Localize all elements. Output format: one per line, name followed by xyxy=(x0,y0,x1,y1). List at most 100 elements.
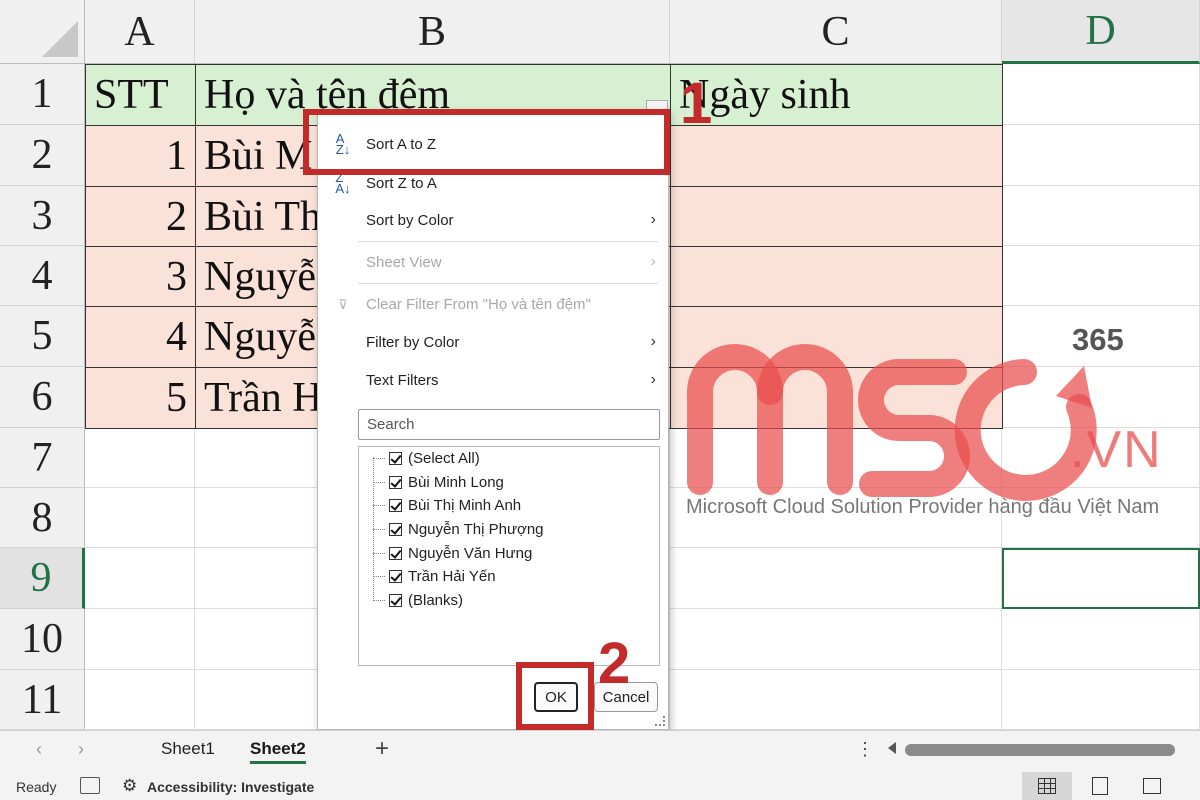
row-header-5[interactable]: 5 xyxy=(0,306,85,367)
tab-sheet2[interactable]: Sheet2 xyxy=(250,739,306,764)
row-header-7[interactable]: 7 xyxy=(0,428,85,488)
cell-a9[interactable] xyxy=(85,548,195,609)
column-header-d[interactable]: D xyxy=(1002,0,1200,64)
row-header-3[interactable]: 3 xyxy=(0,186,85,246)
cell-a3[interactable]: 2 xyxy=(85,186,196,247)
add-sheet-icon[interactable]: + xyxy=(375,735,389,763)
cell-c7[interactable] xyxy=(670,428,1002,488)
row-header-6[interactable]: 6 xyxy=(0,367,85,428)
checkbox-checked-icon[interactable] xyxy=(389,546,402,560)
list-item[interactable]: Nguyễn Thị Phượng xyxy=(373,518,544,540)
status-ready: Ready xyxy=(16,779,57,795)
row-header-8[interactable]: 8 xyxy=(0,488,85,548)
cell-d10[interactable] xyxy=(1002,609,1200,670)
cell-c3[interactable] xyxy=(670,186,1003,247)
cell-a7[interactable] xyxy=(85,428,195,488)
select-all-triangle xyxy=(42,21,78,57)
annotation-box-step-2 xyxy=(516,662,594,730)
chevron-right-icon: › xyxy=(650,371,656,388)
scroll-left-icon[interactable] xyxy=(888,742,896,754)
menu-sort-by-color[interactable]: Sort by Color › xyxy=(318,203,668,237)
row-header-1[interactable]: 1 xyxy=(0,64,85,125)
sort-za-label: Sort Z to A xyxy=(366,174,437,192)
cell-a5[interactable]: 4 xyxy=(85,306,196,368)
column-header-b[interactable]: B xyxy=(195,0,670,64)
cell-d4[interactable] xyxy=(1002,246,1200,306)
page-break-view-icon[interactable] xyxy=(1127,772,1177,800)
menu-text-filters[interactable]: Text Filters › xyxy=(318,363,668,397)
page-layout-view-icon[interactable] xyxy=(1075,772,1125,800)
filter-search-input[interactable]: Search xyxy=(358,409,660,440)
list-item[interactable]: (Blanks) xyxy=(373,589,463,611)
annotation-box-step-1 xyxy=(303,109,670,175)
select-all-corner[interactable] xyxy=(0,0,85,64)
cell-d3[interactable] xyxy=(1002,186,1200,246)
prev-sheet-icon[interactable]: ‹ xyxy=(36,739,42,760)
row-header-2[interactable]: 2 xyxy=(0,125,85,186)
menu-filter-by-color[interactable]: Filter by Color › xyxy=(318,325,668,359)
next-sheet-icon[interactable]: › xyxy=(78,739,84,760)
chevron-right-icon: › xyxy=(650,333,656,350)
list-item-label: Bùi Thị Minh Anh xyxy=(408,496,522,514)
annotation-number-2: 2 xyxy=(598,631,631,696)
list-item-label: (Select All) xyxy=(408,449,480,467)
row-header-9[interactable]: 9 xyxy=(0,548,85,609)
list-item[interactable]: Bùi Minh Long xyxy=(373,471,504,493)
chevron-right-icon: › xyxy=(650,211,656,228)
normal-view-icon[interactable] xyxy=(1022,772,1072,800)
cell-c2[interactable] xyxy=(670,125,1003,187)
cell-c10[interactable] xyxy=(670,609,1002,670)
list-item[interactable]: (Select All) xyxy=(373,447,480,469)
row-header-11[interactable]: 11 xyxy=(0,670,85,730)
watermark-vn: .VN xyxy=(1070,421,1163,479)
checkbox-checked-icon[interactable] xyxy=(389,569,402,583)
chevron-right-icon: › xyxy=(650,253,656,270)
checkbox-checked-icon[interactable] xyxy=(389,593,402,607)
accessibility-icon[interactable]: ⚙ xyxy=(122,776,137,796)
status-bar: Ready ⚙ Accessibility: Investigate xyxy=(0,772,1200,800)
cell-c4[interactable] xyxy=(670,246,1003,307)
clear-filter-label: Clear Filter From "Họ và tên đệm" xyxy=(366,295,591,313)
cell-c1[interactable]: Ngày sinh xyxy=(670,64,1003,126)
cell-d2[interactable] xyxy=(1002,125,1200,186)
column-header-a[interactable]: A xyxy=(85,0,195,64)
horizontal-scrollbar[interactable] xyxy=(905,744,1175,756)
checkbox-checked-icon[interactable] xyxy=(389,498,402,512)
cell-d1[interactable] xyxy=(1002,64,1200,125)
macro-record-icon[interactable] xyxy=(80,777,100,794)
resize-grip-icon[interactable] xyxy=(655,716,665,726)
list-item[interactable]: Trần Hải Yến xyxy=(373,565,496,587)
cell-a8[interactable] xyxy=(85,488,195,548)
list-item-label: Bùi Minh Long xyxy=(408,473,504,491)
cell-c5[interactable] xyxy=(670,306,1003,368)
cell-c9[interactable] xyxy=(670,548,1002,609)
tab-sheet1[interactable]: Sheet1 xyxy=(161,739,215,759)
menu-sheet-view: Sheet View › xyxy=(318,245,668,279)
cell-d6[interactable] xyxy=(1002,367,1200,428)
list-item[interactable]: Nguyễn Văn Hưng xyxy=(373,542,532,564)
more-options-icon[interactable]: ⋮ xyxy=(856,739,874,760)
column-header-c[interactable]: C xyxy=(670,0,1002,64)
row-header-4[interactable]: 4 xyxy=(0,246,85,306)
cell-c6[interactable] xyxy=(670,367,1003,429)
cell-a2[interactable]: 1 xyxy=(85,125,196,187)
sheet-tab-bar: ‹ › Sheet1 Sheet2 + ⋮ xyxy=(0,730,1200,772)
cell-a4[interactable]: 3 xyxy=(85,246,196,307)
row-header-10[interactable]: 10 xyxy=(0,609,85,670)
list-item-label: Nguyễn Thị Phượng xyxy=(408,520,544,538)
list-item[interactable]: Bùi Thị Minh Anh xyxy=(373,494,522,516)
cell-a10[interactable] xyxy=(85,609,195,670)
checkbox-checked-icon[interactable] xyxy=(389,451,402,465)
accessibility-status[interactable]: Accessibility: Investigate xyxy=(147,779,314,795)
cell-a1[interactable]: STT xyxy=(85,64,196,126)
watermark-tagline: Microsoft Cloud Solution Provider hàng đ… xyxy=(686,496,1160,518)
menu-divider xyxy=(358,241,658,242)
cell-d11[interactable] xyxy=(1002,670,1200,730)
cell-d9-selected[interactable] xyxy=(1002,548,1200,609)
cell-c11[interactable] xyxy=(670,670,1002,730)
cell-a11[interactable] xyxy=(85,670,195,730)
checkbox-checked-icon[interactable] xyxy=(389,522,402,536)
menu-clear-filter: ⊽ Clear Filter From "Họ và tên đệm" xyxy=(318,287,668,321)
cell-a6[interactable]: 5 xyxy=(85,367,196,429)
checkbox-checked-icon[interactable] xyxy=(389,475,402,489)
